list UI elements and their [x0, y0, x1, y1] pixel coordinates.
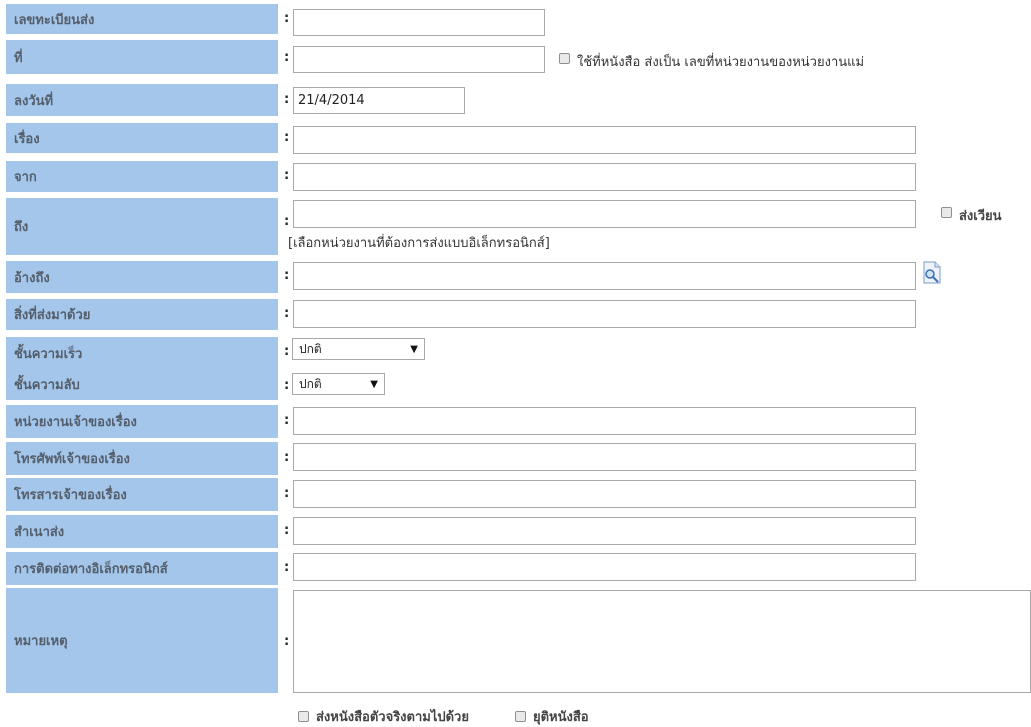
colon: :: [284, 344, 290, 359]
label-attachments: สิ่งที่ส่งมาด้วย: [6, 299, 278, 330]
urgency-select[interactable]: ปกติ ▼: [292, 338, 425, 360]
label-urgency: ชั้นความเร็ว: [6, 337, 278, 369]
owner-unit-input[interactable]: [293, 407, 916, 435]
colon: :: [284, 450, 290, 465]
colon: :: [284, 50, 290, 65]
send-original-checkbox[interactable]: [298, 711, 309, 722]
label-to: ถึง: [6, 198, 278, 255]
label-doc-no: ที่: [6, 40, 278, 74]
subject-input[interactable]: [293, 126, 916, 154]
colon: :: [284, 634, 290, 649]
reg-no-input[interactable]: [293, 9, 545, 36]
label-reg-no: เลขทะเบียนส่ง: [6, 4, 278, 34]
owner-fax-input[interactable]: [293, 480, 916, 508]
label-date: ลงวันที่: [6, 84, 278, 116]
to-input[interactable]: [293, 200, 916, 228]
colon: :: [284, 268, 290, 283]
label-remarks: หมายเหตุ: [6, 588, 278, 693]
chevron-down-icon: ▼: [370, 378, 378, 390]
colon: :: [284, 413, 290, 428]
circular-send-checkbox[interactable]: [941, 207, 952, 218]
date-input[interactable]: [293, 87, 465, 114]
copy-to-input[interactable]: [293, 517, 916, 545]
label-owner-unit: หน่วยงานเจ้าของเรื่อง: [6, 405, 278, 438]
label-subject: เรื่อง: [6, 123, 278, 153]
reference-input[interactable]: [293, 262, 916, 290]
colon: :: [284, 130, 290, 145]
colon: :: [284, 214, 290, 229]
colon: :: [284, 168, 290, 183]
label-owner-phone: โทรศัพท์เจ้าของเรื่อง: [6, 442, 278, 475]
colon: :: [284, 378, 290, 393]
circular-send-label: ส่งเวียน: [959, 209, 1002, 224]
electronic-contact-input[interactable]: [293, 553, 916, 581]
from-input[interactable]: [293, 163, 916, 191]
select-electronic-units-link[interactable]: [เลือกหน่วยงานที่ต้องการส่งแบบอิเล็กทรอน…: [288, 232, 550, 253]
secrecy-select[interactable]: ปกติ ▼: [292, 373, 385, 395]
magnifier-document-icon[interactable]: [922, 261, 942, 285]
colon: :: [284, 486, 290, 501]
attachments-input[interactable]: [293, 300, 916, 328]
doc-no-input[interactable]: [293, 46, 545, 73]
remarks-textarea[interactable]: [293, 590, 1031, 693]
label-from: จาก: [6, 161, 278, 192]
chevron-down-icon: ▼: [410, 343, 418, 355]
colon: :: [284, 560, 290, 575]
label-secrecy: ชั้นความลับ: [6, 368, 278, 400]
colon: :: [284, 523, 290, 538]
urgency-selected: ปกติ: [299, 341, 322, 356]
label-electronic-contact: การติดต่อทางอิเล็กทรอนิกส์: [6, 552, 278, 585]
terminate-checkbox[interactable]: [515, 711, 526, 722]
label-copy-to: สำเนาส่ง: [6, 515, 278, 548]
colon: :: [284, 92, 290, 107]
colon: :: [284, 11, 290, 26]
owner-phone-input[interactable]: [293, 443, 916, 471]
label-reference: อ้างถึง: [6, 261, 278, 293]
use-parent-no-label: ใช้ที่หนังสือ ส่งเป็น เลขที่หน่วยงานของห…: [577, 55, 865, 70]
use-parent-no-checkbox[interactable]: [559, 53, 570, 64]
label-owner-fax: โทรสารเจ้าของเรื่อง: [6, 478, 278, 511]
secrecy-selected: ปกติ: [299, 376, 322, 391]
colon: :: [284, 306, 290, 321]
